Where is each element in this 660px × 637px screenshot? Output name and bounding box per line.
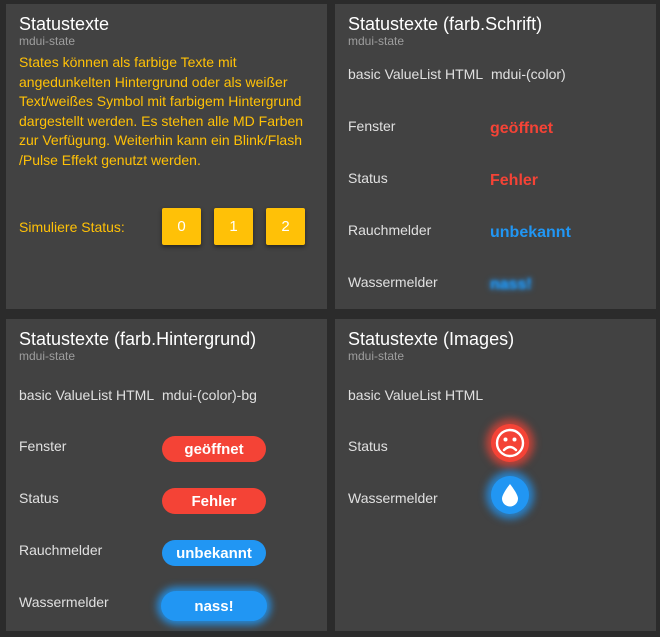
header-left: basic ValueList HTML bbox=[19, 387, 155, 403]
row-label-wassermelder: Wassermelder bbox=[348, 274, 438, 290]
simulate-status-row: Simuliere Status: 0 1 2 bbox=[19, 208, 318, 245]
card-title: Statustexte (farb.Schrift) bbox=[348, 14, 543, 34]
value-pill-status: Fehler bbox=[162, 488, 266, 514]
header-right: mdui-(color) bbox=[491, 66, 566, 82]
simulate-status-label: Simuliere Status: bbox=[19, 218, 125, 235]
value-pill-fenster: geöffnet bbox=[162, 436, 266, 462]
status-button-0[interactable]: 0 bbox=[162, 208, 201, 245]
value-status: Fehler bbox=[490, 172, 539, 189]
row-label-fenster: Fenster bbox=[19, 438, 67, 454]
row-label-status: Status bbox=[348, 438, 388, 454]
row-label-rauchmelder: Rauchmelder bbox=[348, 222, 432, 238]
card-subtitle: mdui-state bbox=[19, 349, 76, 363]
status-button-1[interactable]: 1 bbox=[214, 208, 253, 245]
value-pill-wassermelder: nass! bbox=[161, 591, 267, 621]
value-pill-rauchmelder: unbekannt bbox=[162, 540, 266, 566]
card-images: Statustexte (Images) mdui-state basic Va… bbox=[335, 319, 656, 631]
card-farb-hintergrund: Statustexte (farb.Hintergrund) mdui-stat… bbox=[6, 319, 327, 631]
card-farb-schrift: Statustexte (farb.Schrift) mdui-state ba… bbox=[335, 4, 656, 309]
value-rauchmelder: unbekannt bbox=[490, 224, 571, 241]
sad-face-icon bbox=[491, 424, 529, 462]
value-fenster: geöffnet bbox=[490, 120, 554, 137]
row-label-wassermelder: Wassermelder bbox=[19, 594, 109, 610]
card-subtitle: mdui-state bbox=[348, 349, 405, 363]
card-title: Statustexte bbox=[19, 14, 110, 34]
header-left: basic ValueList HTML bbox=[348, 387, 484, 403]
row-label-status: Status bbox=[348, 170, 388, 186]
status-button-2[interactable]: 2 bbox=[266, 208, 305, 245]
header-right: mdui-(color)-bg bbox=[162, 387, 257, 403]
row-label-wassermelder: Wassermelder bbox=[348, 490, 438, 506]
card-title: Statustexte (farb.Hintergrund) bbox=[19, 329, 257, 349]
card-subtitle: mdui-state bbox=[19, 34, 76, 48]
row-label-rauchmelder: Rauchmelder bbox=[19, 542, 103, 558]
header-left: basic ValueList HTML bbox=[348, 66, 484, 82]
card-subtitle: mdui-state bbox=[348, 34, 405, 48]
card-description: States können als farbige Texte mit ange… bbox=[19, 54, 304, 168]
row-label-fenster: Fenster bbox=[348, 118, 396, 134]
water-drop-icon bbox=[491, 476, 529, 514]
value-wassermelder: nass! bbox=[490, 276, 532, 293]
row-label-status: Status bbox=[19, 490, 59, 506]
card-statustexte: Statustexte mdui-state States können als… bbox=[6, 4, 327, 309]
card-title: Statustexte (Images) bbox=[348, 329, 515, 349]
